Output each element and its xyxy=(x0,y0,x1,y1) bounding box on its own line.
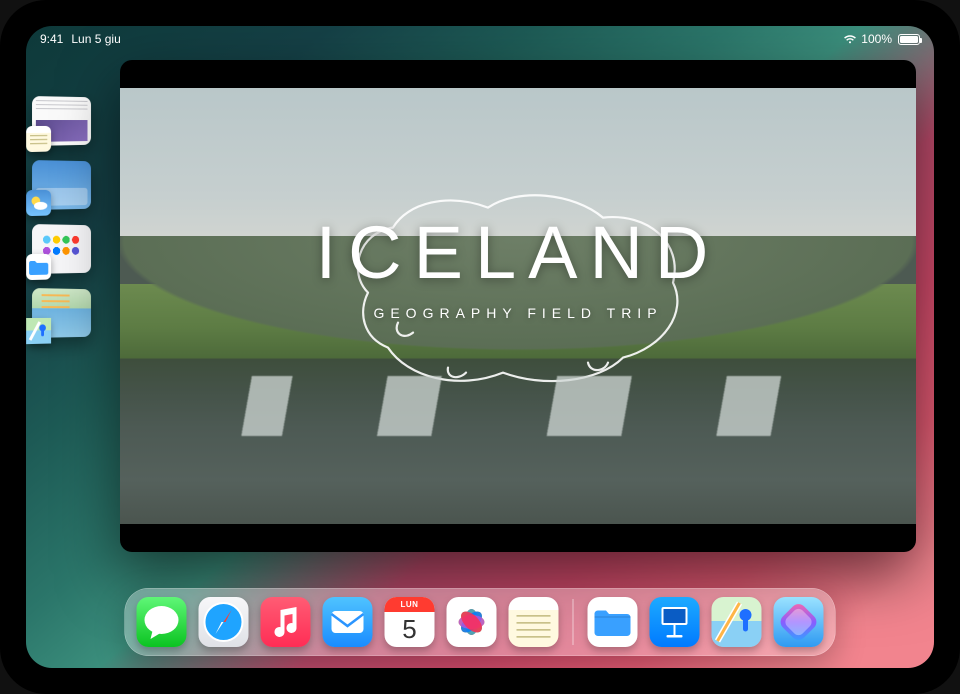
dock-app-notes[interactable] xyxy=(509,597,559,647)
safari-icon xyxy=(199,597,249,647)
stage-item-weather[interactable] xyxy=(32,160,91,210)
stage-item-maps[interactable] xyxy=(32,288,91,338)
keynote-icon xyxy=(650,597,700,647)
stage-manager-sidebar xyxy=(32,96,102,338)
calendar-day-number: 5 xyxy=(385,612,435,647)
messages-icon xyxy=(137,597,187,647)
slide-title: ICELAND xyxy=(120,210,916,295)
dock-app-music[interactable] xyxy=(261,597,311,647)
stage-item-notes[interactable] xyxy=(32,96,91,146)
dock-app-safari[interactable] xyxy=(199,597,249,647)
photos-icon xyxy=(447,597,497,647)
dock-app-maps[interactable] xyxy=(712,597,762,647)
mail-icon xyxy=(323,597,373,647)
stage-item-files[interactable] xyxy=(32,224,91,274)
battery-icon xyxy=(898,34,920,45)
files-icon xyxy=(588,597,638,647)
dock-app-files[interactable] xyxy=(588,597,638,647)
calendar-day-label: LUN xyxy=(385,597,435,612)
shortcuts-icon xyxy=(774,597,824,647)
status-bar: 9:41 Lun 5 giu 100% xyxy=(26,26,934,48)
dock-app-photos[interactable] xyxy=(447,597,497,647)
ipad-device-frame: 9:41 Lun 5 giu 100% xyxy=(0,0,960,694)
maps-icon xyxy=(712,597,762,647)
wifi-icon xyxy=(843,34,857,45)
music-icon xyxy=(261,597,311,647)
status-time: 9:41 xyxy=(40,32,63,46)
files-icon xyxy=(26,254,51,280)
dock-app-keynote[interactable] xyxy=(650,597,700,647)
keynote-window[interactable]: ICELAND GEOGRAPHY FIELD TRIP xyxy=(120,60,916,552)
keynote-slide: ICELAND GEOGRAPHY FIELD TRIP xyxy=(120,88,916,524)
notes-icon xyxy=(26,126,51,152)
dock-app-shortcuts[interactable] xyxy=(774,597,824,647)
status-battery-pct: 100% xyxy=(861,32,892,46)
ipad-screen: 9:41 Lun 5 giu 100% xyxy=(26,26,934,668)
status-date: Lun 5 giu xyxy=(71,32,120,46)
notes-icon xyxy=(509,597,559,647)
dock-app-mail[interactable] xyxy=(323,597,373,647)
dock-app-messages[interactable] xyxy=(137,597,187,647)
maps-icon xyxy=(26,318,51,344)
dock-divider xyxy=(573,599,574,645)
slide-subtitle: GEOGRAPHY FIELD TRIP xyxy=(120,305,916,321)
dock: LUN 5 xyxy=(125,588,836,656)
dock-app-calendar[interactable]: LUN 5 xyxy=(385,597,435,647)
weather-icon xyxy=(26,190,51,216)
